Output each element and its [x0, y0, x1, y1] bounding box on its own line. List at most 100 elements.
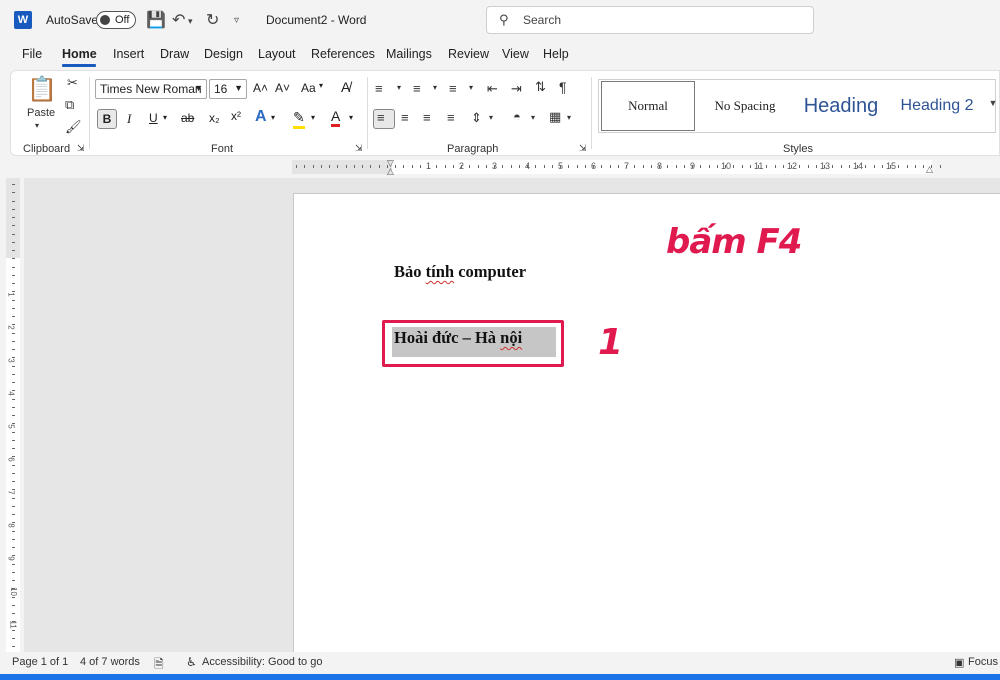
undo-icon[interactable]: ↶	[172, 10, 185, 30]
borders-icon[interactable]: ▦	[549, 109, 561, 125]
show-formatting-marks-icon[interactable]: ¶	[559, 79, 567, 95]
decrease-indent-icon[interactable]: ⇤	[487, 81, 498, 97]
font-family-select[interactable]: Times New Roman ▼	[95, 79, 207, 99]
tab-layout[interactable]: Layout	[258, 47, 296, 61]
font-color-button[interactable]: A	[331, 108, 341, 127]
strikethrough-button[interactable]: ab	[181, 111, 194, 125]
style-heading-2[interactable]: Heading 2	[889, 80, 985, 132]
word-count[interactable]: 4 of 7 words	[80, 656, 140, 668]
tab-references[interactable]: References	[311, 47, 375, 61]
ruler-tick	[428, 165, 429, 168]
paste-dropdown-icon[interactable]: ▾	[35, 121, 39, 130]
ruler-tick	[12, 423, 15, 425]
ruler-tick	[386, 165, 388, 168]
underline-button[interactable]: U	[149, 111, 158, 125]
ruler-tick	[716, 165, 718, 168]
paragraph-launcher-icon[interactable]: ⇲	[579, 143, 587, 154]
ruler-tick	[799, 165, 801, 168]
clipboard-launcher-icon[interactable]: ⇲	[77, 143, 85, 154]
italic-button[interactable]: I	[127, 111, 131, 127]
accessibility-icon[interactable]: ♿	[186, 655, 197, 669]
copy-icon[interactable]: ⧉	[65, 97, 74, 113]
document-line-1[interactable]: Bảo tính computer	[394, 262, 526, 282]
multilevel-list-icon[interactable]: ≡	[449, 81, 457, 96]
hanging-indent-marker[interactable]: △	[387, 166, 394, 177]
accessibility-status[interactable]: Accessibility: Good to go	[202, 656, 322, 668]
ruler-number: 15	[886, 161, 897, 171]
justify-icon[interactable]: ≡	[447, 110, 455, 125]
autosave-toggle[interactable]: Off	[96, 11, 136, 29]
superscript-button[interactable]: x²	[231, 109, 241, 123]
tab-file[interactable]: File	[22, 47, 42, 61]
tab-insert[interactable]: Insert	[113, 47, 144, 61]
page-count[interactable]: Page 1 of 1	[12, 656, 68, 668]
ruler-tick	[12, 588, 15, 590]
tab-home[interactable]: Home	[62, 47, 97, 61]
horizontal-ruler[interactable]: 1 2 3 4 5 6 7 8 9 10 11 12 13 14 15 ▽ △ …	[0, 158, 1000, 176]
align-center-icon[interactable]: ≡	[401, 110, 409, 125]
shrink-font-button[interactable]: A˅	[275, 81, 290, 95]
font-launcher-icon[interactable]: ⇲	[355, 143, 363, 154]
cut-icon[interactable]: ✂	[67, 75, 78, 91]
style-heading-1[interactable]: Heading	[793, 80, 889, 132]
style-normal[interactable]: Normal	[601, 81, 695, 131]
paste-label[interactable]: Paste	[27, 107, 55, 119]
tab-view[interactable]: View	[502, 47, 529, 61]
tab-review[interactable]: Review	[448, 47, 489, 61]
chevron-down-icon[interactable]: ▾	[163, 113, 167, 122]
save-icon[interactable]: 💾	[146, 10, 166, 30]
proofing-icon[interactable]: 🗎	[154, 655, 164, 676]
numbering-icon[interactable]: ≡	[413, 81, 421, 96]
spelling-error-word[interactable]: tính	[426, 262, 454, 281]
focus-icon[interactable]: ▣	[954, 656, 964, 669]
ruler-number: 9	[6, 556, 16, 561]
chevron-down-icon[interactable]: ▾	[349, 113, 353, 122]
grow-font-button[interactable]: A˄	[253, 81, 268, 95]
ruler-tick	[791, 165, 792, 168]
bullets-icon[interactable]: ≡	[375, 81, 383, 96]
tab-help[interactable]: Help	[543, 47, 569, 61]
chevron-down-icon[interactable]: ▾	[531, 113, 535, 122]
chevron-down-icon[interactable]: ▾	[469, 83, 473, 92]
sort-icon[interactable]: ⇅	[535, 79, 546, 95]
font-size-select[interactable]: 16 ▼	[209, 79, 247, 99]
ruler-tick	[12, 481, 15, 482]
chevron-down-icon[interactable]: ▾	[311, 113, 315, 122]
vertical-ruler[interactable]: 1 2 3 4 5 6 7 8 9 10 11	[6, 178, 20, 652]
font-size-value: 16	[214, 82, 228, 96]
tab-design[interactable]: Design	[204, 47, 243, 61]
align-right-icon[interactable]: ≡	[423, 110, 431, 125]
ruler-tick	[12, 522, 15, 524]
focus-mode-button[interactable]: Focus	[968, 656, 998, 668]
tab-mailings[interactable]: Mailings	[386, 47, 432, 61]
chevron-down-icon[interactable]: ▾	[433, 83, 437, 92]
tab-draw[interactable]: Draw	[160, 47, 189, 61]
chevron-down-icon[interactable]: ▾	[397, 83, 401, 92]
clear-formatting-icon[interactable]: A̸	[341, 79, 350, 95]
style-no-spacing[interactable]: No Spacing	[697, 80, 793, 132]
line-spacing-icon[interactable]: ⇕	[471, 110, 482, 126]
chevron-down-icon[interactable]: ▾	[271, 113, 275, 122]
ruler-tick	[634, 165, 636, 168]
active-tab-indicator	[62, 64, 96, 67]
chevron-down-icon[interactable]: ▾	[489, 113, 493, 122]
search-box[interactable]: ⚲ Search	[486, 6, 814, 34]
change-case-button[interactable]: Aa	[301, 81, 316, 95]
chevron-down-icon[interactable]: ▾	[319, 81, 323, 90]
paste-icon[interactable]: 📋	[27, 75, 57, 104]
ruler-tick	[931, 165, 933, 168]
ruler-tick	[12, 291, 15, 293]
shading-icon[interactable]: ◓	[513, 109, 521, 124]
undo-dropdown-icon[interactable]: ▾	[188, 16, 193, 27]
styles-group-label: Styles	[783, 143, 813, 155]
bold-button[interactable]: B	[97, 109, 117, 129]
chevron-down-icon[interactable]: ▾	[567, 113, 571, 122]
increase-indent-icon[interactable]: ⇥	[511, 81, 522, 97]
format-painter-icon[interactable]: 🖌	[65, 119, 82, 135]
highlight-color-button[interactable]: ✎	[293, 109, 305, 129]
redo-icon[interactable]: ↻	[206, 10, 219, 30]
subscript-button[interactable]: x₂	[209, 111, 220, 125]
styles-more-icon[interactable]: ▼	[986, 78, 1000, 132]
text-effects-button[interactable]: A	[255, 108, 267, 126]
customize-toolbar-icon[interactable]: ▿	[234, 15, 239, 26]
